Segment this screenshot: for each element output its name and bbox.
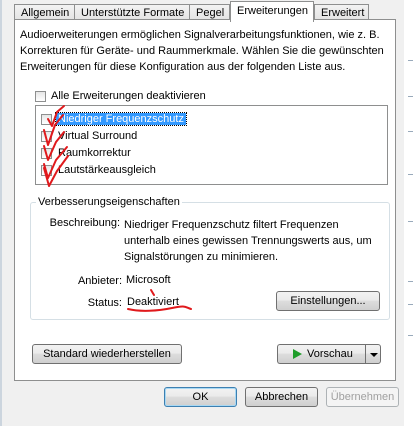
- disable-all-checkbox[interactable]: [35, 90, 46, 102]
- ok-button[interactable]: OK: [164, 387, 237, 407]
- description-value: Niedriger Frequenzschutz filtert Frequen…: [124, 219, 372, 263]
- enhancement-checkbox[interactable]: [41, 113, 52, 125]
- window-edge: [0, 0, 2, 426]
- preview-main[interactable]: Vorschau: [277, 344, 365, 364]
- preview-label: Vorschau: [307, 348, 353, 360]
- preview-dropdown-button[interactable]: [365, 344, 381, 364]
- settings-button[interactable]: Einstellungen...: [276, 291, 380, 311]
- enhancement-checkbox[interactable]: [41, 130, 52, 142]
- background-window-strip: [404, 0, 417, 426]
- split-separator: [365, 347, 366, 361]
- list-item-lautstaerkeausgleich[interactable]: Lautstärkeausgleich: [41, 162, 158, 178]
- disable-all-label: Alle Erweiterungen deaktivieren: [51, 90, 206, 102]
- apply-button[interactable]: Übernehmen: [326, 387, 399, 407]
- description-label: Beschreibung:: [49, 217, 120, 229]
- restore-defaults-button[interactable]: Standard wiederherstellen: [32, 344, 182, 364]
- enhancement-properties-title: Verbesserungseigenschaften: [36, 196, 182, 208]
- enhancement-label: Raumkorrektur: [58, 147, 131, 159]
- disable-all-row[interactable]: Alle Erweiterungen deaktivieren: [35, 89, 206, 103]
- status-value: Deaktiviert: [127, 296, 179, 308]
- enhancement-label: Lautstärkeausgleich: [58, 164, 156, 176]
- chevron-down-icon: [370, 353, 378, 357]
- enhancement-checkbox[interactable]: [41, 147, 52, 159]
- tab-erweitert[interactable]: Erweitert: [314, 4, 369, 20]
- provider-label: Anbieter:: [77, 275, 122, 287]
- enhancement-label: Niedriger Frequenzschutz: [55, 112, 187, 126]
- tab-allgemein[interactable]: Allgemein: [14, 4, 75, 20]
- tab-erweiterungen[interactable]: Erweiterungen: [230, 1, 314, 22]
- status-label: Status:: [87, 297, 122, 309]
- tab-unterstuetzte-formate[interactable]: Unterstützte Formate: [74, 4, 190, 20]
- enhancement-checkbox[interactable]: [41, 164, 52, 176]
- preview-button[interactable]: Vorschau: [277, 344, 381, 364]
- enhancements-list[interactable]: Niedriger Frequenzschutz Virtual Surroun…: [35, 105, 388, 185]
- enhancement-label: Virtual Surround: [58, 130, 138, 142]
- cancel-button[interactable]: Abbrechen: [245, 387, 318, 407]
- enhancements-description: Audioerweiterungen ermöglichen Signalver…: [20, 29, 384, 73]
- tab-pegel[interactable]: Pegel: [189, 4, 230, 20]
- provider-value: Microsoft: [126, 274, 171, 286]
- play-icon: [293, 349, 302, 359]
- list-item-virtual-surround[interactable]: Virtual Surround: [41, 128, 139, 144]
- list-item-raumkorrektur[interactable]: Raumkorrektur: [41, 145, 133, 161]
- list-item-niedriger-frequenzschutz[interactable]: Niedriger Frequenzschutz: [41, 111, 187, 127]
